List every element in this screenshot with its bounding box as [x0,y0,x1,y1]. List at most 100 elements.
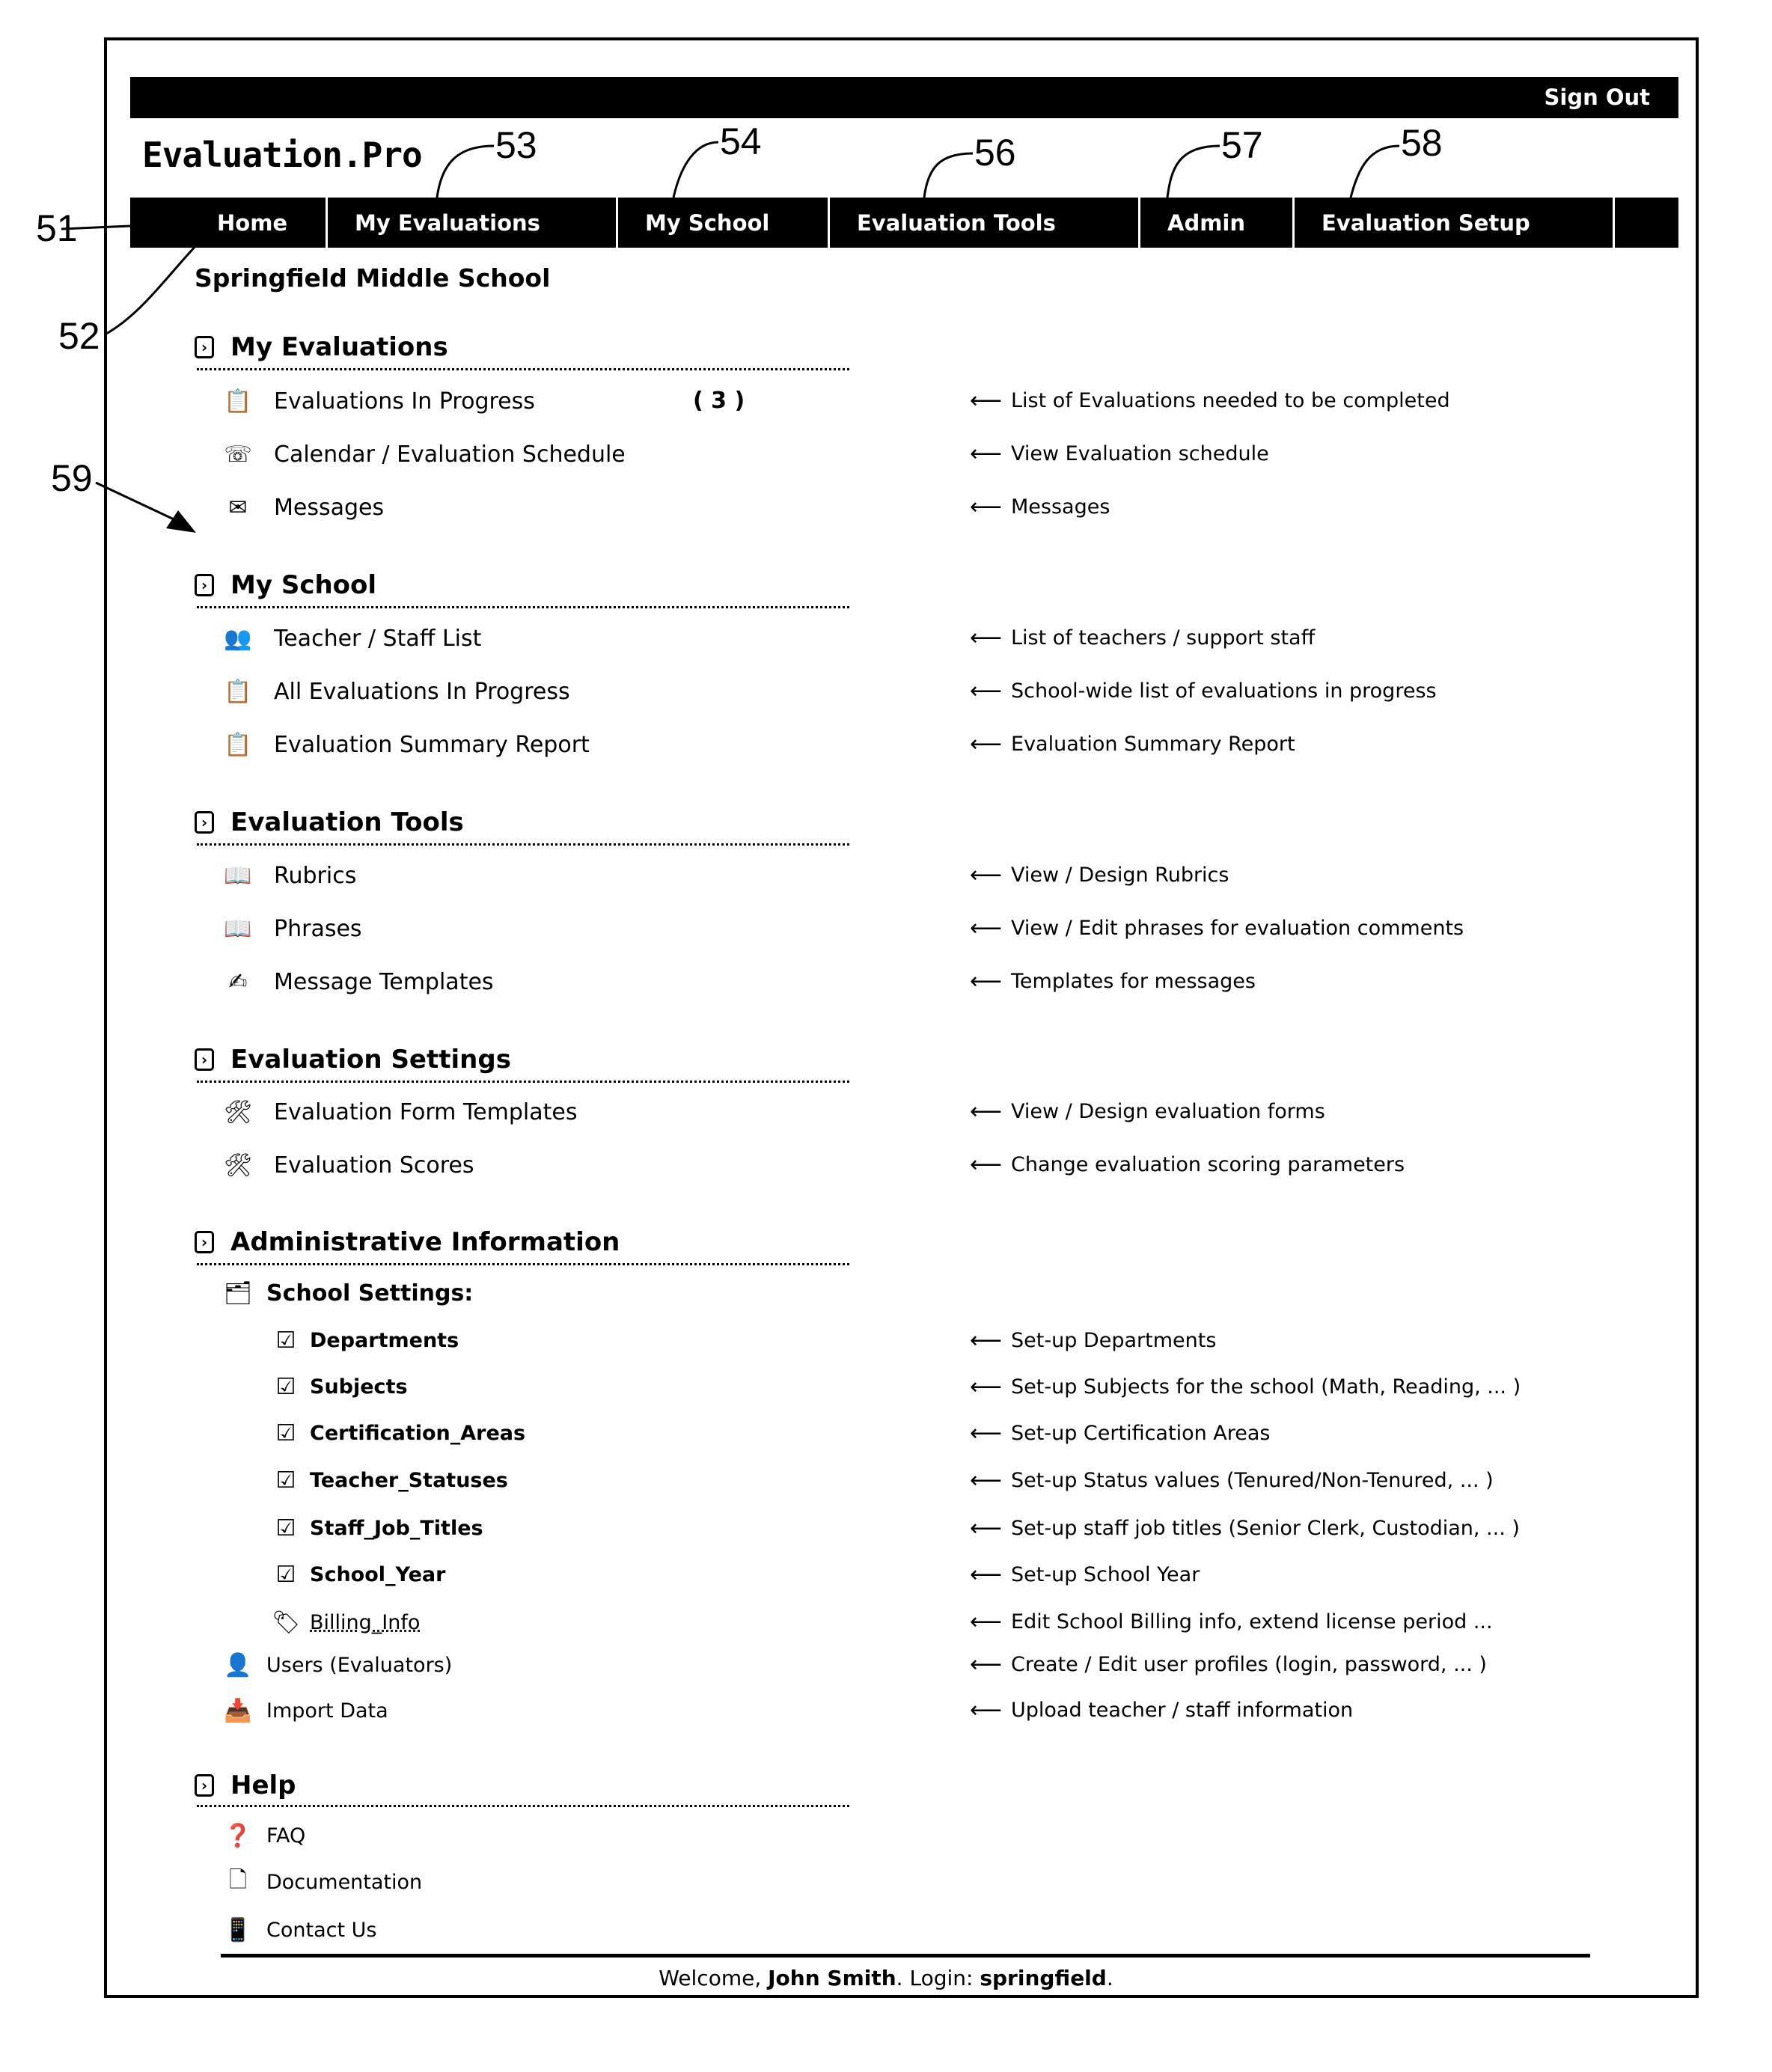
footer-divider [221,1954,1590,1958]
section-my-evaluations[interactable]: › My Evaluations [195,332,448,362]
item-description: ⟵ Upload teacher / staff information [970,1697,1353,1723]
section-divider [197,1263,849,1265]
item-teacher-staff-list[interactable]: 👥 Teacher / Staff List [222,623,481,653]
item-message-templates[interactable]: ✍ Message Templates [222,967,494,997]
section-divider [197,368,849,370]
arrow-left-icon: ⟵ [970,1098,1003,1125]
item-label: Departments [310,1328,459,1352]
item-departments[interactable]: ☑ Departments [269,1325,459,1355]
users-icon: 👤 [224,1651,252,1678]
section-evaluation-settings[interactable]: › Evaluation Settings [195,1045,511,1075]
arrow-left-icon: ⟵ [970,441,1003,467]
item-subjects[interactable]: ☑ Subjects [269,1372,408,1402]
item-label: Message Templates [274,968,494,995]
item-import-data[interactable]: 📥 Import Data [222,1696,388,1726]
envelope-icon: ✉ [228,494,248,521]
item-evaluations-in-progress[interactable]: 📋 Evaluations In Progress [222,386,535,416]
item-all-evaluations-in-progress[interactable]: 📋 All Evaluations In Progress [222,676,570,706]
item-documentation[interactable]: 🗋 Documentation [222,1867,422,1897]
item-label: Evaluation Scores [274,1152,474,1179]
item-description: ⟵ Set-up Status values (Tenured/Non-Tenur… [970,1467,1494,1494]
item-users-evaluators[interactable]: 👤 Users (Evaluators) [222,1650,452,1680]
leader-53 [436,144,495,198]
item-school-year[interactable]: ☑ School_Year [269,1559,446,1589]
description-text: Evaluation Summary Report [1011,733,1295,756]
expand-chevron-icon[interactable]: › [195,336,214,358]
section-title: My Evaluations [230,332,448,362]
tab-admin[interactable]: Admin [1140,198,1295,248]
tab-evaluation-tools[interactable]: Evaluation Tools [830,198,1140,248]
item-rubrics[interactable]: 📖 Rubrics [222,861,356,890]
item-description: ⟵ List of Evaluations needed to be comple… [970,388,1450,414]
item-staff-job-titles[interactable]: ☑ Staff_Job_Titles [269,1513,483,1543]
section-help[interactable]: › Help [195,1770,296,1800]
item-teacher-statuses[interactable]: ☑ Teacher_Statuses [269,1465,508,1495]
arrow-left-icon: ⟵ [970,1374,1003,1400]
evaluation-clipboard-icon: 📋 [224,388,252,415]
description-text: Edit School Billing info, extend license… [1011,1610,1493,1634]
item-evaluation-scores[interactable]: 🛠 Evaluation Scores [222,1150,474,1180]
item-phrases[interactable]: 📖 Phrases [222,914,361,944]
calendar-schedule-icon: ☏ [224,441,252,468]
annotation-59: 59 [51,457,93,499]
arrow-left-icon: ⟵ [970,678,1003,704]
expand-chevron-icon[interactable]: › [195,1048,214,1071]
annotation-51: 51 [36,207,78,249]
people-icon: 👥 [224,625,252,652]
tools-icon: 🛠 [223,1152,253,1179]
login-name: springfield [980,1966,1107,1990]
arrow-left-icon: ⟵ [970,1562,1003,1588]
tab-empty [1615,198,1678,248]
description-text: Messages [1011,495,1110,519]
arrow-left-icon: ⟵ [970,625,1003,651]
item-calendar-schedule[interactable]: ☏ Calendar / Evaluation Schedule [222,439,626,469]
sign-out-link[interactable]: Sign Out [1545,85,1651,110]
expand-chevron-icon[interactable]: › [195,574,214,596]
section-administrative-information[interactable]: › Administrative Information [195,1227,620,1257]
expand-chevron-icon[interactable]: › [195,811,214,834]
description-text: Upload teacher / staff information [1011,1699,1354,1722]
tab-my-school[interactable]: My School [618,198,830,248]
item-evaluation-summary-report[interactable]: 📋 Evaluation Summary Report [222,730,590,760]
section-my-school[interactable]: › My School [195,570,376,600]
item-label: School Settings: [266,1280,474,1307]
annotation-58: 58 [1401,122,1443,164]
item-label: Contact Us [266,1918,377,1942]
section-divider [197,843,849,846]
tab-home-label: Home [217,210,288,236]
app-logo: Evaluation.Pro [142,135,423,175]
tab-my-evaluations[interactable]: My Evaluations [328,198,618,248]
item-label: FAQ [266,1824,306,1848]
item-description: ⟵ Evaluation Summary Report [970,731,1295,757]
section-title: Help [230,1770,296,1800]
expand-chevron-icon[interactable]: › [195,1231,214,1253]
item-label: Certification_Areas [310,1421,526,1445]
description-text: Set-up Certification Areas [1011,1422,1271,1445]
description-text: Set-up Subjects for the school (Math, Re… [1011,1375,1521,1399]
item-description: ⟵ Set-up School Year [970,1562,1200,1588]
item-faq[interactable]: ❓ FAQ [222,1821,305,1851]
item-label: Calendar / Evaluation Schedule [274,441,626,468]
item-billing-info[interactable]: 🏷 Billing_Info [269,1607,420,1637]
expand-chevron-icon[interactable]: › [195,1774,214,1797]
annotation-52: 52 [58,315,100,357]
description-text: Templates for messages [1011,970,1256,993]
item-label: All Evaluations In Progress [274,678,570,705]
arrow-left-icon: ⟵ [970,1420,1003,1446]
item-certification-areas[interactable]: ☑ Certification_Areas [269,1418,526,1448]
arrow-left-icon: ⟵ [970,1152,1003,1178]
item-label: Staff_Job_Titles [310,1516,483,1540]
checklist-icon: ☑ [275,1515,296,1541]
section-divider [197,606,849,608]
tab-evaluation-setup[interactable]: Evaluation Setup [1295,198,1615,248]
item-label: Documentation [266,1870,423,1894]
evaluations-in-progress-count: ( 3 ) [693,388,745,414]
arrow-left-icon: ⟵ [970,731,1003,757]
item-contact-us[interactable]: 📱 Contact Us [222,1915,376,1945]
tab-home[interactable]: Home [130,198,328,248]
item-evaluation-form-templates[interactable]: 🛠 Evaluation Form Templates [222,1097,578,1127]
section-evaluation-tools[interactable]: › Evaluation Tools [195,807,464,837]
description-text: Set-up School Year [1011,1563,1200,1586]
item-messages[interactable]: ✉ Messages [222,492,384,522]
item-label: Evaluation Summary Report [274,731,590,758]
